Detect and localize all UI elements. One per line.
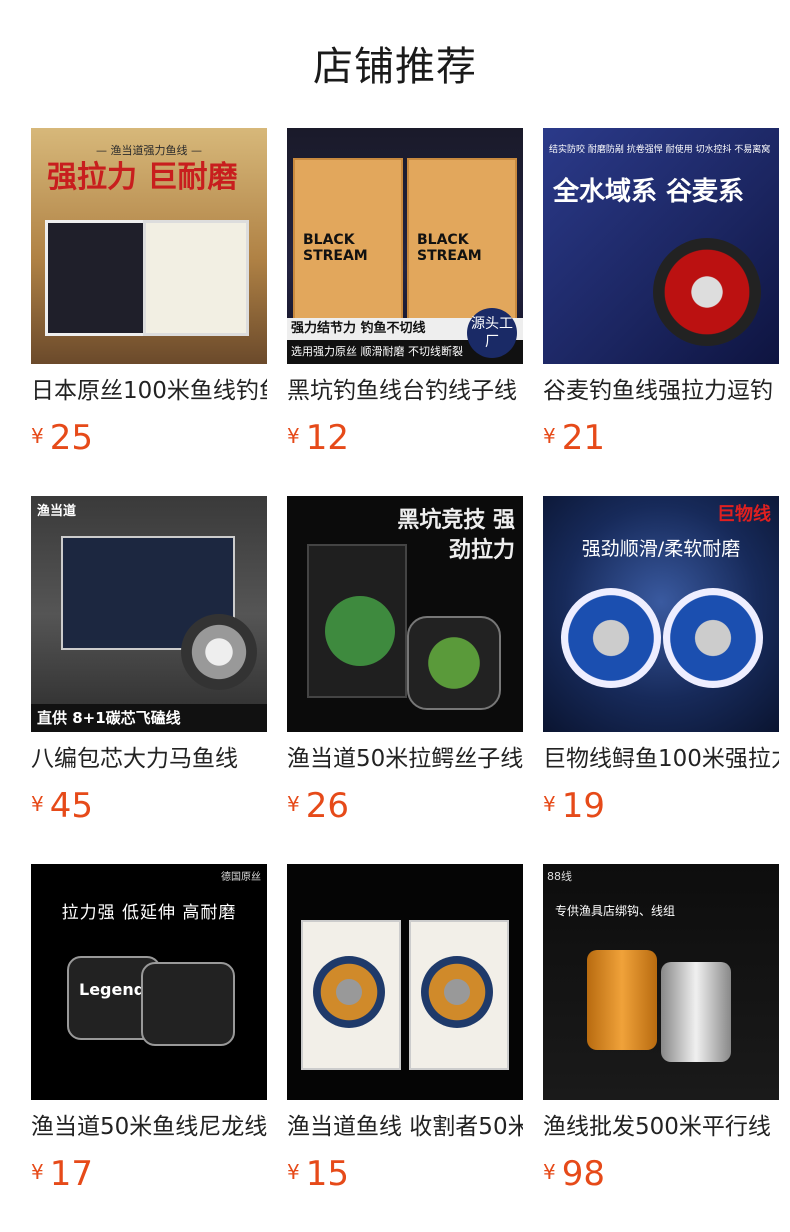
currency-symbol: ¥ xyxy=(287,792,300,816)
product-price: ¥25 xyxy=(31,418,93,458)
image-headline: 拉力强 低延伸 高耐磨 xyxy=(61,903,237,923)
product-card[interactable]: 巨物线 强劲顺滑/柔软耐磨 巨物线鲟鱼100米强拉力 ¥19 xyxy=(543,496,779,826)
product-package: BLACK STREAM xyxy=(293,158,403,332)
price-value: 12 xyxy=(305,418,349,458)
currency-symbol: ¥ xyxy=(31,424,44,448)
image-tags: 结实防咬 耐磨防剐 抗卷强悍 耐使用 切水控抖 不易离窝 xyxy=(549,145,771,155)
line-reel xyxy=(663,588,763,688)
image-headline: 黑坑竞技 强劲拉力 xyxy=(397,508,515,563)
price-value: 17 xyxy=(49,1154,93,1194)
product-price: ¥21 xyxy=(543,418,605,458)
product-title[interactable]: 渔当道50米鱼线尼龙线 xyxy=(31,1110,267,1144)
line-reel xyxy=(181,614,257,690)
product-image[interactable]: 巨物线 强劲顺滑/柔软耐磨 xyxy=(543,496,779,732)
product-price: ¥98 xyxy=(543,1154,605,1194)
currency-symbol: ¥ xyxy=(287,1160,300,1184)
currency-symbol: ¥ xyxy=(543,792,556,816)
image-headline: 全水域系 谷麦系 xyxy=(553,177,745,207)
product-box-dark xyxy=(45,220,151,336)
price-value: 21 xyxy=(561,418,605,458)
clear-spool xyxy=(661,962,731,1062)
package-label: BLACK STREAM xyxy=(303,232,368,264)
factory-badge: 源头工厂 xyxy=(467,308,517,358)
price-value: 15 xyxy=(305,1154,349,1194)
currency-symbol: ¥ xyxy=(543,1160,556,1184)
product-image[interactable]: — 渔当道强力鱼线 — 强拉力 巨耐磨 xyxy=(31,128,267,364)
product-card[interactable]: BLACK STREAM BLACK STREAM 强力结节力 钓鱼不切线 选用… xyxy=(287,128,523,458)
product-title[interactable]: 渔当道50米拉鳄丝子线 xyxy=(287,742,523,776)
product-price: ¥26 xyxy=(287,786,349,826)
product-box-light xyxy=(143,220,249,336)
product-price: ¥12 xyxy=(287,418,349,458)
product-package: BLACK STREAM xyxy=(407,158,517,332)
currency-symbol: ¥ xyxy=(543,424,556,448)
product-title[interactable]: 日本原丝100米鱼线钓鱼线 xyxy=(31,374,267,408)
price-value: 45 xyxy=(49,786,93,826)
product-package xyxy=(141,962,235,1046)
currency-symbol: ¥ xyxy=(31,792,44,816)
line-reel xyxy=(407,616,501,710)
product-card[interactable]: 结实防咬 耐磨防剐 抗卷强悍 耐使用 切水控抖 不易离窝 全水域系 谷麦系 谷麦… xyxy=(543,128,779,458)
line-reel xyxy=(653,238,761,346)
line-spool xyxy=(421,956,493,1028)
product-image[interactable]: 结实防咬 耐磨防剐 抗卷强悍 耐使用 切水控抖 不易离窝 全水域系 谷麦系 xyxy=(543,128,779,364)
product-card[interactable]: — 渔当道强力鱼线 — 强拉力 巨耐磨 日本原丝100米鱼线钓鱼线 ¥25 xyxy=(31,128,267,458)
product-image[interactable]: 88线 专供渔具店绑钩、线组 xyxy=(543,864,779,1100)
product-image[interactable]: BLACK STREAM BLACK STREAM 强力结节力 钓鱼不切线 选用… xyxy=(287,128,523,364)
price-value: 26 xyxy=(305,786,349,826)
product-card[interactable]: 德国原丝 拉力强 低延伸 高耐磨 Legend 渔当道50米鱼线尼龙线 ¥17 xyxy=(31,864,267,1194)
price-value: 25 xyxy=(49,418,93,458)
product-title[interactable]: 黑坑钓鱼线台钓线子线 xyxy=(287,374,523,408)
image-headline: 强劲顺滑/柔软耐磨 xyxy=(581,538,741,560)
image-corner-text: 德国原丝 xyxy=(221,872,261,883)
package-label: Legend xyxy=(79,980,146,999)
product-card[interactable]: 渔当道鱼线 收割者50米 ¥15 xyxy=(287,864,523,1194)
product-image[interactable]: 德国原丝 拉力强 低延伸 高耐磨 Legend xyxy=(31,864,267,1100)
product-card[interactable]: 黑坑竞技 强劲拉力 渔当道50米拉鳄丝子线 ¥26 xyxy=(287,496,523,826)
product-title[interactable]: 谷麦钓鱼线强拉力逗钓 xyxy=(543,374,779,408)
product-title[interactable]: 巨物线鲟鱼100米强拉力 xyxy=(543,742,779,776)
crocodile-mascot xyxy=(325,596,395,666)
product-price: ¥17 xyxy=(31,1154,93,1194)
image-headline: 专供渔具店绑钩、线组 xyxy=(555,904,676,918)
product-price: ¥45 xyxy=(31,786,93,826)
product-image[interactable] xyxy=(287,864,523,1100)
product-title[interactable]: 渔当道鱼线 收割者50米 xyxy=(287,1110,523,1144)
brand-logo: 渔当道 xyxy=(37,504,77,519)
product-title[interactable]: 渔线批发500米平行线 xyxy=(543,1110,779,1144)
line-reel xyxy=(561,588,661,688)
product-price: ¥15 xyxy=(287,1154,349,1194)
product-image[interactable]: 黑坑竞技 强劲拉力 xyxy=(287,496,523,732)
line-spool xyxy=(313,956,385,1028)
product-title[interactable]: 八编包芯大力马鱼线 xyxy=(31,742,267,776)
price-value: 19 xyxy=(561,786,605,826)
currency-symbol: ¥ xyxy=(31,1160,44,1184)
currency-symbol: ¥ xyxy=(287,424,300,448)
price-value: 98 xyxy=(561,1154,605,1194)
image-bottom-banner: 直供 8+1碳芯飞磕线 xyxy=(31,704,267,732)
image-tag: 巨物线 xyxy=(717,504,771,525)
image-headline: 强拉力 巨耐磨 xyxy=(47,160,238,195)
product-card[interactable]: 渔当道 直供 8+1碳芯飞磕线 八编包芯大力马鱼线 ¥45 xyxy=(31,496,267,826)
product-grid: — 渔当道强力鱼线 — 强拉力 巨耐磨 日本原丝100米鱼线钓鱼线 ¥25 BL… xyxy=(0,0,790,1232)
product-image[interactable]: 渔当道 直供 8+1碳芯飞磕线 xyxy=(31,496,267,732)
orange-spool xyxy=(587,950,657,1050)
product-price: ¥19 xyxy=(543,786,605,826)
package-label: BLACK STREAM xyxy=(417,232,482,264)
product-card[interactable]: 88线 专供渔具店绑钩、线组 渔线批发500米平行线 ¥98 xyxy=(543,864,779,1194)
image-corner-text: 88线 xyxy=(547,870,572,883)
